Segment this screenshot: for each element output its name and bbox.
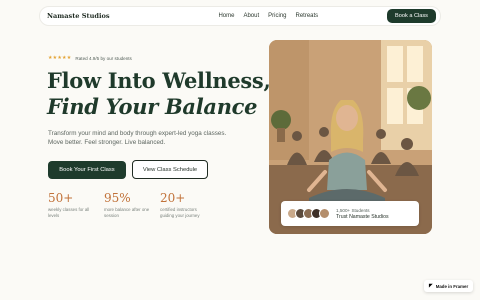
rating: ★★★★★ Rated 4.9/5 by our students: [48, 55, 132, 61]
stat-label: more balance after one session: [104, 207, 150, 218]
view-schedule-button[interactable]: View Class Schedule: [132, 160, 208, 179]
avatar: [319, 208, 330, 219]
stat-value: 95%: [104, 191, 131, 205]
stats: 50+ weekly classes for all levels 95% mo…: [48, 191, 216, 219]
trust-card: 1,500+ Students Trust Namaste Studios: [281, 201, 419, 226]
star-rating-icon: ★★★★★: [48, 55, 72, 61]
stat-value: 20+: [160, 191, 186, 205]
hero-subtitle: Transform your mind and body through exp…: [48, 130, 227, 146]
stat-label: weekly classes for all levels: [48, 207, 90, 218]
trust-text: 1,500+ Students Trust Namaste Studios: [336, 208, 389, 220]
nav-link-about[interactable]: About: [243, 13, 259, 19]
nav-link-home[interactable]: Home: [218, 13, 234, 19]
trust-label: Trust Namaste Studios: [336, 213, 389, 220]
avatar-stack: [287, 208, 330, 219]
framer-logo-icon: ◤: [428, 283, 433, 289]
book-class-button[interactable]: Book a Class: [387, 9, 436, 23]
nav-link-pricing[interactable]: Pricing: [268, 13, 286, 19]
nav-link-retreats[interactable]: Retreats: [296, 13, 319, 19]
student-count: 1,500+ Students: [336, 207, 370, 213]
logo[interactable]: Namaste Studios: [47, 12, 110, 20]
stat-label: certified instructors guiding your journ…: [160, 207, 200, 218]
book-first-class-button[interactable]: Book Your First Class: [48, 161, 126, 179]
framer-badge-text: Made in Framer: [435, 283, 469, 289]
made-in-framer-badge[interactable]: ◤ Made in Framer: [424, 280, 473, 292]
stat-balance: 95% more balance after one session: [104, 191, 160, 219]
nav-links: Home About Pricing Retreats: [218, 13, 318, 19]
rating-text: Rated 4.9/5 by our students: [75, 55, 132, 61]
hero-title-line2: Find Your Balance: [47, 94, 258, 119]
hero-title-line1: Flow Into Wellness,: [47, 68, 271, 93]
navbar: Namaste Studios Home About Pricing Retre…: [39, 6, 441, 26]
stat-value: 50+: [48, 191, 74, 205]
stat-classes: 50+ weekly classes for all levels: [48, 191, 104, 219]
hero-title: Flow Into Wellness, Find Your Balance: [47, 68, 271, 120]
stat-instructors: 20+ certified instructors guiding your j…: [160, 191, 216, 219]
